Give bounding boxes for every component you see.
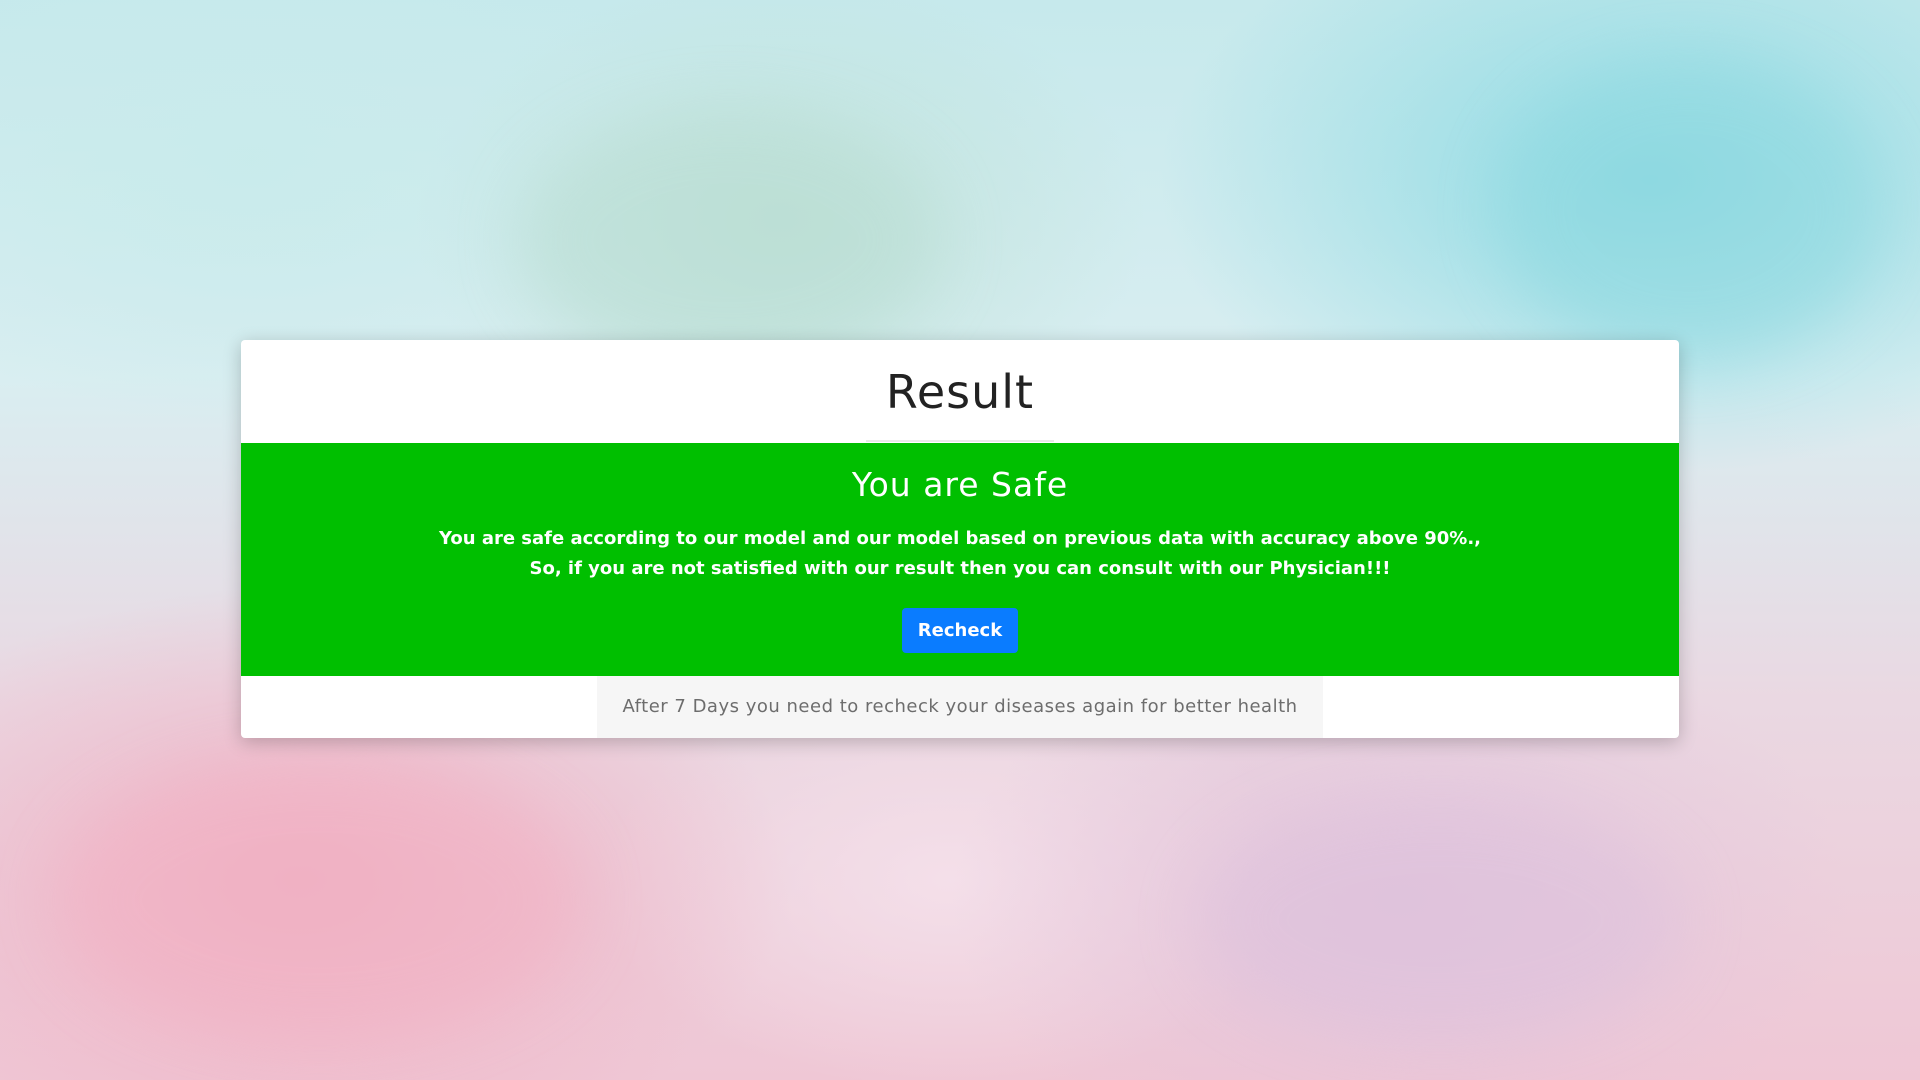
recheck-button[interactable]: Recheck [901,608,1019,653]
card-header: Result [241,340,1679,443]
result-panel: You are Safe You are safe according to o… [241,443,1679,676]
background-texture [60,760,580,1040]
header-divider [866,440,1054,442]
result-message-line-1: You are safe according to our model and … [438,528,1482,549]
page-title: Result [885,364,1035,419]
result-card: Result You are Safe You are safe accordi… [241,340,1679,738]
footer-note: After 7 Days you need to recheck your di… [597,676,1323,738]
result-heading: You are Safe [851,465,1069,504]
result-message-line-2: So, if you are not satisfied with our re… [529,558,1391,579]
background-texture [1200,800,1680,1040]
result-message: You are safe according to our model and … [241,524,1679,584]
background-texture [520,110,940,370]
card-footer: After 7 Days you need to recheck your di… [241,676,1679,738]
background-texture [1500,60,1880,360]
